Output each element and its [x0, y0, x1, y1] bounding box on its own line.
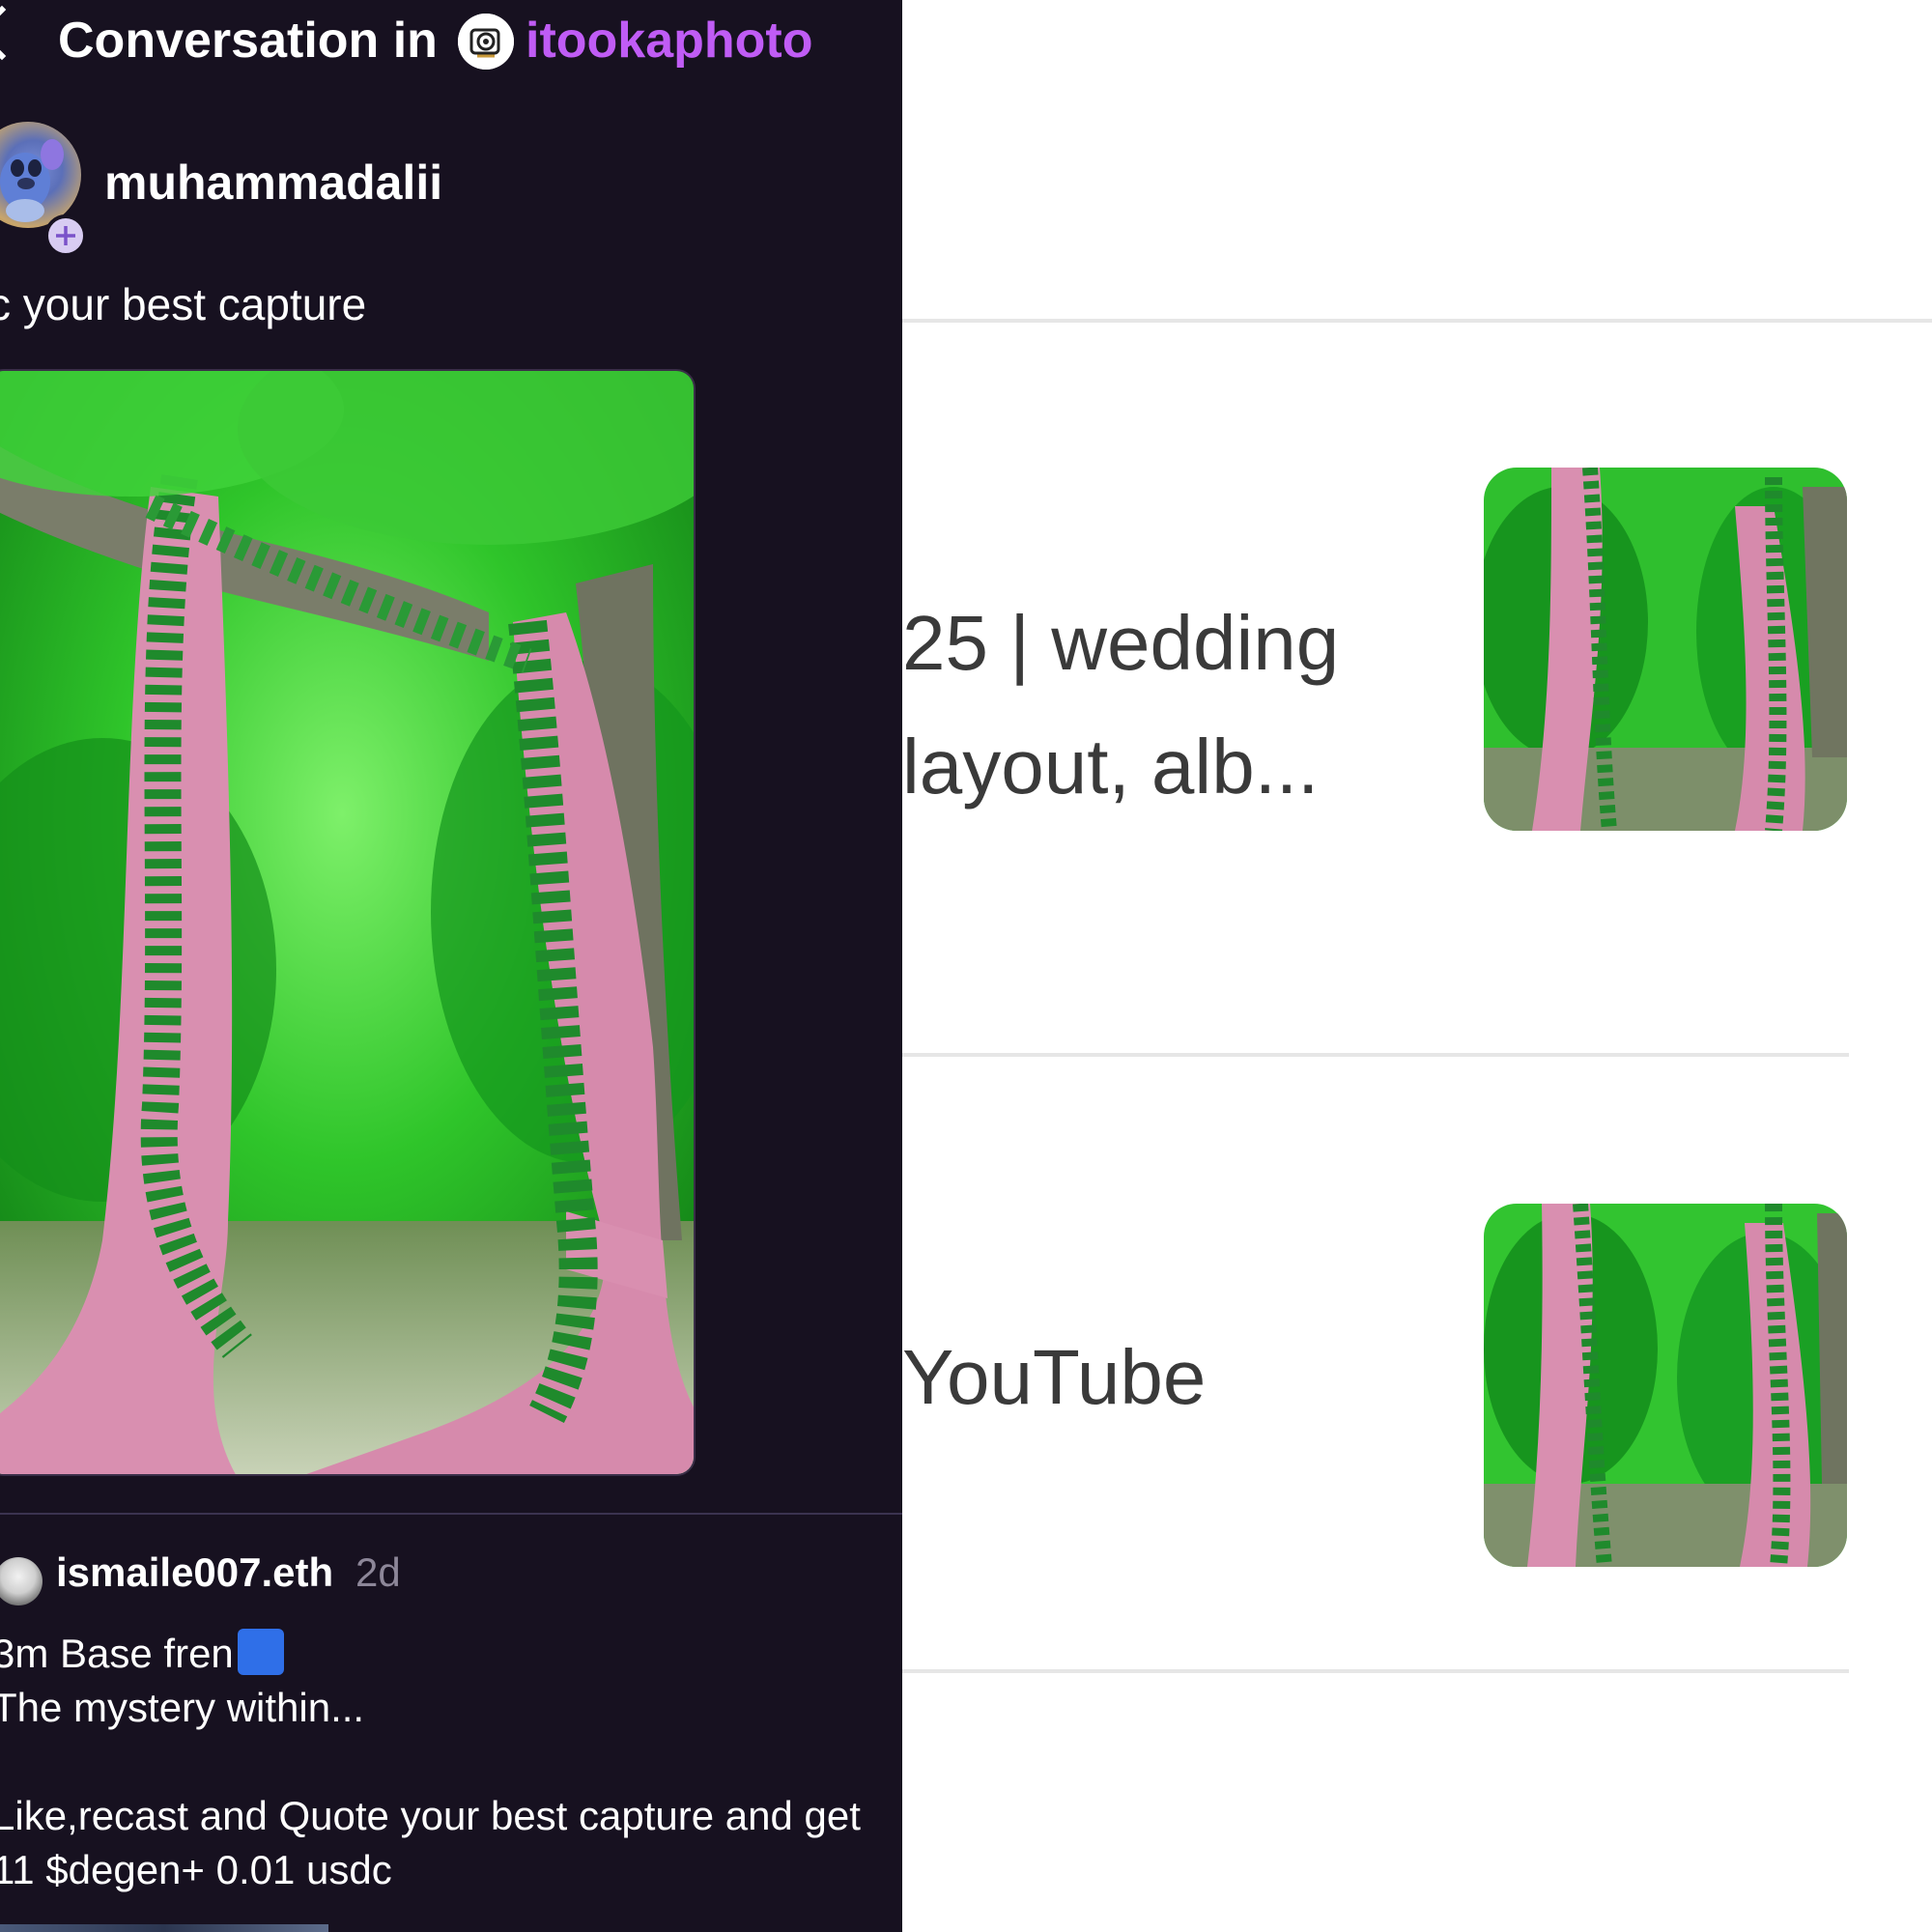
- reply-timestamp: 2d: [355, 1549, 401, 1595]
- post-username[interactable]: muhammadalii: [104, 155, 442, 211]
- reply-text-line: The mystery within...: [0, 1685, 365, 1730]
- header-title: Conversation in: [58, 13, 438, 69]
- blue-square-emoji-icon: [237, 1629, 284, 1675]
- reply-text-line: 11 $degen+ 0.01 usdc: [0, 1847, 392, 1892]
- reply-avatar[interactable]: [0, 1557, 43, 1605]
- avatar[interactable]: [0, 122, 81, 228]
- reply-username[interactable]: ismaile007.eth: [56, 1549, 333, 1596]
- post-image[interactable]: [0, 369, 696, 1476]
- reply-text: 3m Base fren: [0, 1631, 234, 1676]
- divider: [902, 319, 1932, 323]
- conversation-pane: Conversation in itookaphoto muhammadalii: [0, 0, 902, 1932]
- result-title[interactable]: layout, alb...: [902, 723, 1319, 811]
- divider: [902, 1669, 1849, 1673]
- reply-text-line: Like,recast and Quote your best capture …: [0, 1793, 861, 1838]
- next-post-image-edge: [0, 1924, 328, 1932]
- results-pane: 25 | wedding layout, alb... YouTube: [902, 0, 1932, 1932]
- channel-link[interactable]: itookaphoto: [526, 12, 813, 70]
- result-title[interactable]: 25 | wedding: [902, 599, 1339, 688]
- post-text: c your best capture: [0, 279, 367, 329]
- divider: [0, 1513, 902, 1515]
- result-thumbnail[interactable]: [1484, 468, 1847, 831]
- follow-plus-icon[interactable]: [44, 214, 87, 257]
- conversation-header: Conversation in itookaphoto: [0, 0, 902, 81]
- camera-channel-icon[interactable]: [458, 14, 514, 70]
- divider: [902, 1053, 1849, 1057]
- back-chevron-icon[interactable]: [0, 5, 30, 61]
- reply-text-line: 3m Base fren: [0, 1629, 284, 1677]
- result-thumbnail[interactable]: [1484, 1204, 1847, 1567]
- result-title[interactable]: YouTube: [902, 1333, 1206, 1422]
